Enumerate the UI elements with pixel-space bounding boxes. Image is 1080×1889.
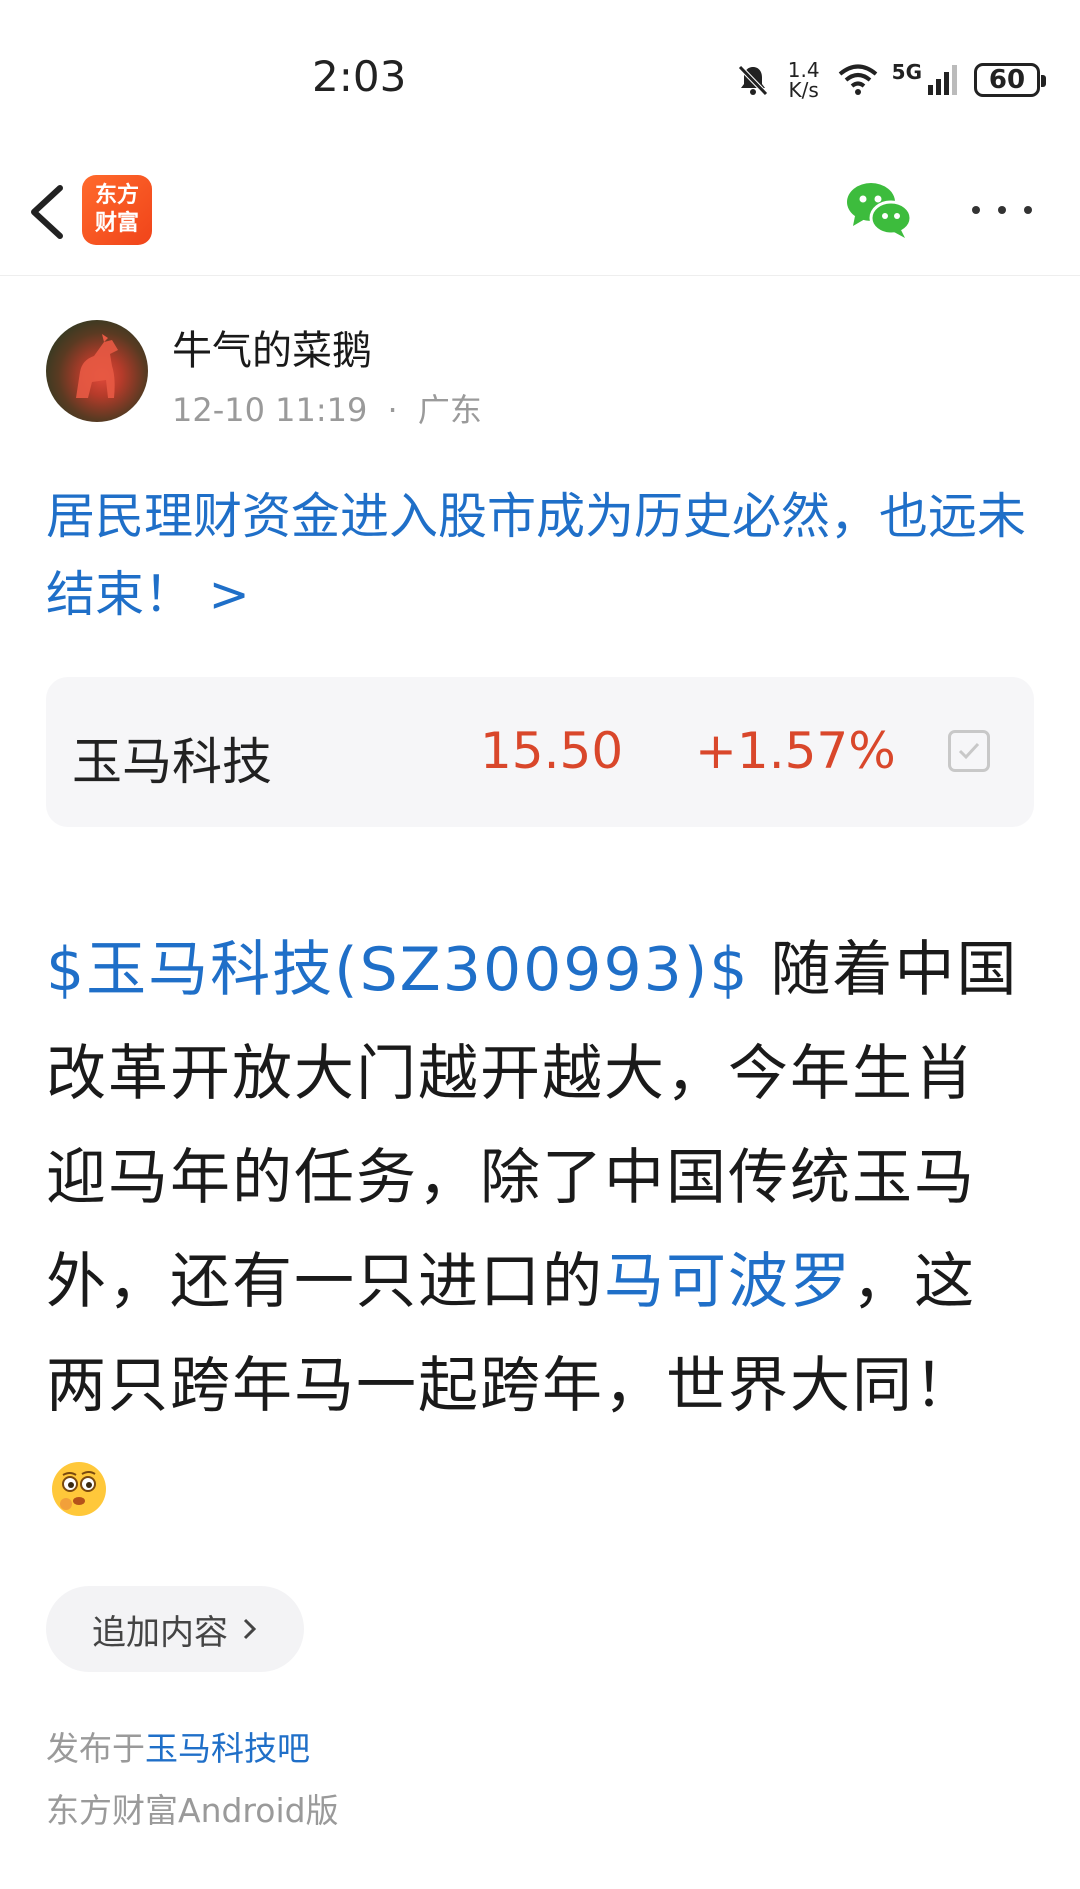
more-dot [998, 206, 1006, 214]
more-options-button[interactable] [972, 190, 1032, 230]
more-dot [972, 206, 980, 214]
net-speed: 1.4 K/s [787, 58, 820, 102]
signal-icon [928, 65, 957, 95]
status-time: 2:03 [312, 52, 407, 101]
back-button[interactable] [20, 180, 80, 244]
post-body: $玉马科技(SZ300993)$ 随着中国改革开放大门越开越大，今年生肖迎马年的… [46, 918, 1036, 1438]
top-nav: 东方 财富 [0, 150, 1080, 276]
meta-separator: · [387, 391, 398, 429]
client-info: 东方财富Android版 [46, 1791, 339, 1830]
network-type: 5G [891, 60, 922, 84]
wifi-icon [838, 64, 877, 95]
post-headline[interactable]: 居民理财资金进入股市成为历史必然，也远未结束！ > [46, 478, 1036, 634]
published-in: 发布于玉马科技吧 [46, 1729, 310, 1768]
author-avatar[interactable] [46, 320, 148, 422]
watchlist-check-icon[interactable] [948, 730, 990, 772]
app-logo[interactable]: 东方 财富 [82, 175, 152, 245]
append-content-label: 追加内容 [92, 1612, 228, 1653]
stock-price: 15.50 [480, 722, 624, 780]
author-name[interactable]: 牛气的菜鹅 [172, 318, 372, 376]
more-dot [1024, 206, 1032, 214]
chevron-right-icon [243, 1618, 257, 1640]
forum-link[interactable]: 玉马科技吧 [145, 1729, 310, 1768]
mute-bell-icon [737, 65, 768, 96]
wechat-icon[interactable] [845, 180, 913, 240]
post-location: 广东 [417, 391, 482, 429]
avatar-horse-image [76, 334, 118, 398]
post-datetime: 12-10 11:19 [172, 391, 368, 429]
status-icons: 1.4 K/s 5G 60 [736, 56, 1046, 104]
headline-arrow: > [208, 566, 250, 623]
stock-tag-link[interactable]: $玉马科技(SZ300993)$ [46, 935, 749, 1005]
stock-name: 玉马科技 [72, 733, 272, 791]
battery-icon: 60 [974, 63, 1046, 97]
stock-change: +1.57% [695, 722, 896, 780]
topic-link[interactable]: 马可波罗 [604, 1247, 852, 1317]
append-content-button[interactable]: 追加内容 [46, 1586, 304, 1672]
status-bar: 2:03 1.4 K/s 5G 60 [0, 0, 1080, 150]
stock-quote-card[interactable]: 玉马科技 15.50 +1.57% [46, 677, 1034, 827]
thinking-face-emoji [52, 1462, 106, 1516]
post-meta: 12-10 11:19 · 广东 [172, 385, 482, 431]
